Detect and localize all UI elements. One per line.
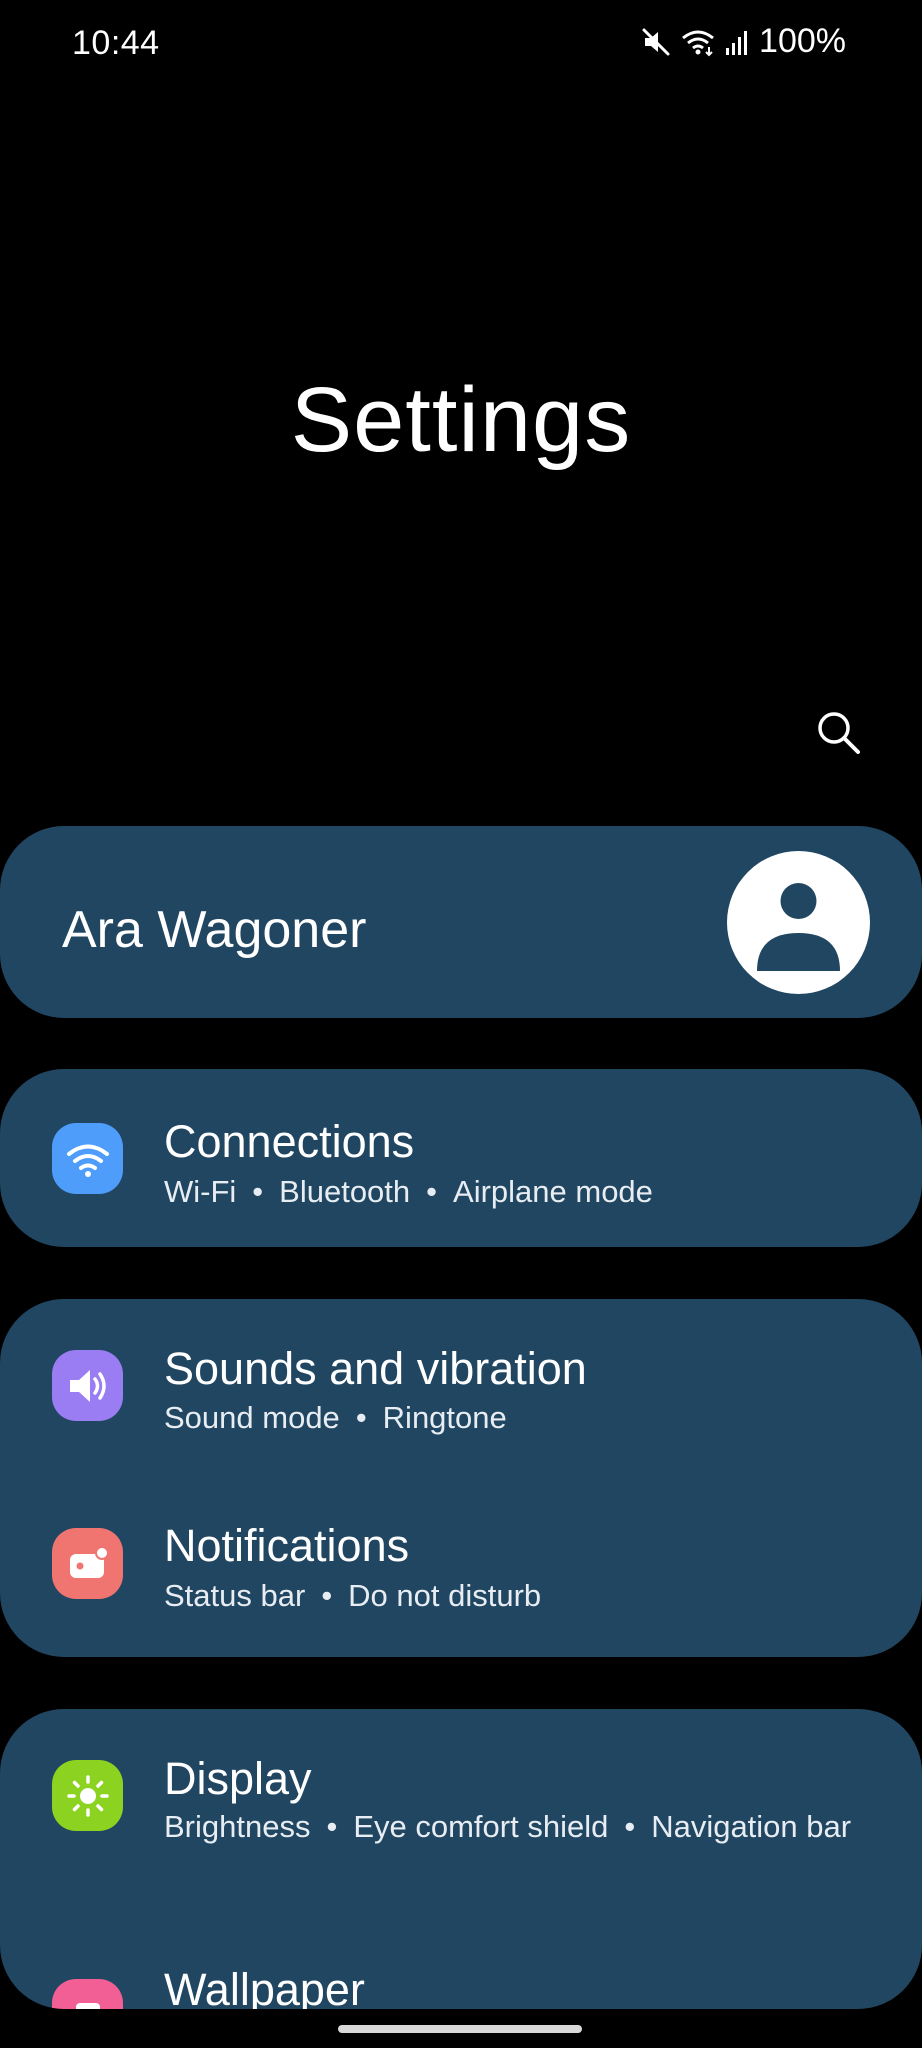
subtitle-part: Ringtone xyxy=(382,1400,507,1435)
search-button[interactable] xyxy=(812,708,864,760)
wifi-icon xyxy=(66,1144,109,1177)
settings-item-subtitle: Brightness • Eye comfort shield • Navigation… xyxy=(164,1809,852,1844)
subtitle-part: Sound mode xyxy=(164,1400,340,1435)
status-bar: 10:44 100% xyxy=(0,0,922,92)
settings-item-title: Display xyxy=(164,1753,312,1804)
search-icon[interactable] xyxy=(814,708,862,761)
settings-item-display[interactable]: Display Brightness • Eye comfort shield • Na… xyxy=(0,1709,922,1924)
sounds-notifications-card: Sounds and vibration Sound mode • Ringtone… xyxy=(0,1299,922,1657)
status-icons: 100% xyxy=(641,22,846,61)
speaker-icon xyxy=(69,1369,106,1402)
connections-icon-container xyxy=(52,1123,123,1194)
settings-item-title: Connections xyxy=(164,1116,415,1167)
settings-item-wallpaper[interactable]: Wallpaper xyxy=(0,1924,922,2009)
avatar[interactable] xyxy=(727,851,870,994)
subtitle-part: Bluetooth xyxy=(279,1174,411,1209)
subtitle-part: Do not disturb xyxy=(348,1578,542,1613)
wifi-icon xyxy=(681,27,715,57)
sounds-icon-container xyxy=(52,1350,123,1421)
notification-icon xyxy=(69,1545,109,1578)
wallpaper-icon xyxy=(75,2002,100,2009)
settings-item-title: Notifications xyxy=(164,1520,410,1571)
subtitle-part: Navigation bar xyxy=(651,1809,852,1844)
subtitle-part: Wi-Fi xyxy=(164,1174,237,1209)
display-wallpaper-card: Display Brightness • Eye comfort shield • Na… xyxy=(0,1709,922,2009)
mute-icon xyxy=(641,27,671,57)
sun-icon xyxy=(66,1774,109,1817)
wallpaper-icon-container xyxy=(52,1979,123,2009)
connections-card: Connections Wi-Fi • Bluetooth • Airplane mod… xyxy=(0,1069,922,1247)
subtitle-part: Eye comfort shield xyxy=(353,1809,609,1844)
settings-item-title: Sounds and vibration xyxy=(164,1343,587,1394)
settings-item-sounds[interactable]: Sounds and vibration Sound mode • Ringtone xyxy=(0,1299,922,1479)
notifications-icon-container xyxy=(52,1528,123,1599)
settings-item-subtitle: Wi-Fi • Bluetooth • Airplane mode xyxy=(164,1174,653,1209)
home-indicator[interactable] xyxy=(338,2025,582,2033)
subtitle-part: Brightness xyxy=(164,1809,311,1844)
page-title: Settings xyxy=(290,369,632,471)
account-name: Ara Wagoner xyxy=(62,901,367,959)
settings-item-connections[interactable]: Connections Wi-Fi • Bluetooth • Airplane mod… xyxy=(0,1069,922,1247)
account-card[interactable]: Ara Wagoner xyxy=(0,826,922,1018)
settings-item-subtitle: Sound mode • Ringtone xyxy=(164,1400,507,1435)
settings-item-notifications[interactable]: Notifications Status bar • Do not disturb xyxy=(0,1479,922,1657)
subtitle-part: Airplane mode xyxy=(453,1174,653,1209)
settings-item-subtitle: Status bar • Do not disturb xyxy=(164,1578,542,1613)
signal-icon xyxy=(725,28,749,56)
battery-text: 100% xyxy=(759,22,846,60)
display-icon-container xyxy=(52,1760,123,1831)
settings-item-title: Wallpaper xyxy=(164,1964,365,2009)
person-icon xyxy=(757,883,840,971)
status-time: 10:44 xyxy=(72,24,160,62)
subtitle-part: Status bar xyxy=(164,1578,306,1613)
